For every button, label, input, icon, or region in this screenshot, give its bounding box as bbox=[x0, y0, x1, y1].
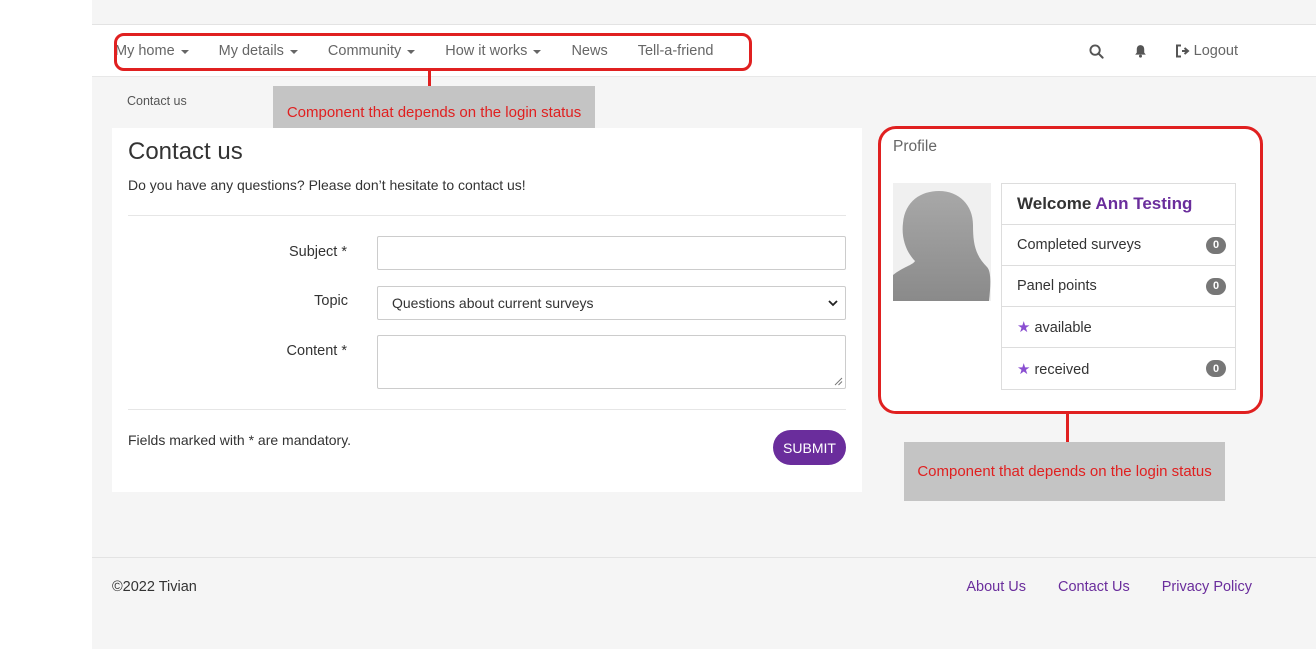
submit-button[interactable]: SUBMIT bbox=[773, 430, 846, 465]
nav-callout-connector bbox=[428, 70, 431, 87]
completed-surveys-row[interactable]: Completed surveys 0 bbox=[1002, 225, 1235, 266]
footer-link-privacy-policy[interactable]: Privacy Policy bbox=[1162, 579, 1252, 595]
mandatory-note: Fields marked with * are mandatory. bbox=[128, 432, 352, 448]
caret-down-icon bbox=[407, 50, 416, 54]
stars-received-row[interactable]: ★ received 0 bbox=[1002, 348, 1235, 389]
copyright: ©2022 Tivian bbox=[112, 579, 197, 595]
nav-item-my-details[interactable]: My details bbox=[219, 43, 298, 59]
page-title: Contact us bbox=[128, 138, 243, 165]
footer-links: About Us Contact Us Privacy Policy bbox=[934, 579, 1252, 595]
nav-item-how-it-works[interactable]: How it works bbox=[445, 43, 542, 59]
count-badge: 0 bbox=[1206, 277, 1226, 295]
profile-summary-table: Welcome Ann Testing Completed surveys 0 … bbox=[1001, 183, 1236, 390]
welcome-text: Welcome Ann Testing bbox=[1017, 194, 1192, 214]
divider bbox=[128, 215, 846, 216]
nav-item-tell-a-friend[interactable]: Tell-a-friend bbox=[638, 43, 714, 59]
resize-grip-icon[interactable] bbox=[834, 377, 843, 386]
row-label: available bbox=[1034, 320, 1092, 336]
profile-title: Profile bbox=[893, 138, 937, 155]
caret-down-icon bbox=[533, 50, 542, 54]
row-label: Completed surveys bbox=[1017, 237, 1142, 253]
content-textarea[interactable] bbox=[377, 335, 846, 389]
caret-down-icon bbox=[289, 50, 298, 54]
bell-icon[interactable] bbox=[1134, 44, 1147, 58]
footer-link-contact-us[interactable]: Contact Us bbox=[1058, 579, 1130, 595]
main-nav: My home My details Community How it work… bbox=[115, 38, 743, 64]
logout-link[interactable]: Logout bbox=[1175, 43, 1238, 59]
row-label-wrap: ★ available bbox=[1017, 318, 1092, 336]
topic-select[interactable]: Questions about current surveys bbox=[377, 286, 846, 320]
nav-item-label: My details bbox=[218, 43, 284, 59]
content-label: Content * bbox=[286, 343, 347, 359]
stars-available-row[interactable]: ★ available bbox=[1002, 307, 1235, 348]
divider bbox=[128, 409, 846, 410]
row-label: received bbox=[1034, 361, 1090, 378]
footer-link-about-us[interactable]: About Us bbox=[966, 579, 1026, 595]
top-navigation-bar: My home My details Community How it work… bbox=[92, 24, 1316, 77]
contact-lead-text: Do you have any questions? Please don’t … bbox=[128, 177, 526, 193]
star-icon: ★ bbox=[1017, 360, 1031, 378]
logout-icon bbox=[1175, 44, 1190, 58]
search-icon[interactable] bbox=[1089, 43, 1104, 59]
star-icon: ★ bbox=[1017, 319, 1031, 336]
logout-label: Logout bbox=[1193, 43, 1238, 59]
nav-right-actions: Logout bbox=[1089, 38, 1238, 64]
user-name[interactable]: Ann Testing bbox=[1095, 194, 1192, 213]
nav-item-label: Tell-a-friend bbox=[637, 43, 714, 59]
caret-down-icon bbox=[180, 50, 189, 54]
footer-divider bbox=[92, 557, 1316, 558]
nav-item-label: How it works bbox=[445, 43, 528, 59]
nav-item-label: News bbox=[571, 43, 608, 59]
profile-login-callout: Component that depends on the login stat… bbox=[904, 442, 1225, 501]
nav-item-my-home[interactable]: My home bbox=[115, 43, 189, 59]
welcome-row: Welcome Ann Testing bbox=[1002, 184, 1235, 225]
nav-item-label: My home bbox=[115, 43, 175, 59]
topic-selected-value: Questions about current surveys bbox=[392, 295, 594, 311]
panel-points-row[interactable]: Panel points 0 bbox=[1002, 266, 1235, 307]
profile-callout-connector bbox=[1066, 413, 1069, 442]
count-badge: 0 bbox=[1206, 236, 1226, 254]
avatar[interactable] bbox=[893, 183, 991, 301]
count-badge: 0 bbox=[1206, 360, 1226, 377]
welcome-prefix: Welcome bbox=[1017, 194, 1092, 213]
nav-item-label: Community bbox=[327, 43, 402, 59]
nav-item-news[interactable]: News bbox=[571, 43, 607, 59]
nav-item-community[interactable]: Community bbox=[327, 43, 416, 59]
row-label-wrap: ★ received bbox=[1017, 360, 1089, 378]
chevron-down-icon bbox=[828, 300, 838, 307]
female-silhouette-icon bbox=[893, 183, 991, 301]
row-label: Panel points bbox=[1017, 278, 1097, 294]
subject-label: Subject * bbox=[288, 244, 347, 260]
contact-form-card: Contact us Do you have any questions? Pl… bbox=[112, 128, 862, 492]
breadcrumb: Contact us bbox=[127, 94, 187, 108]
topic-label: Topic bbox=[314, 293, 348, 309]
subject-input[interactable] bbox=[377, 236, 846, 270]
